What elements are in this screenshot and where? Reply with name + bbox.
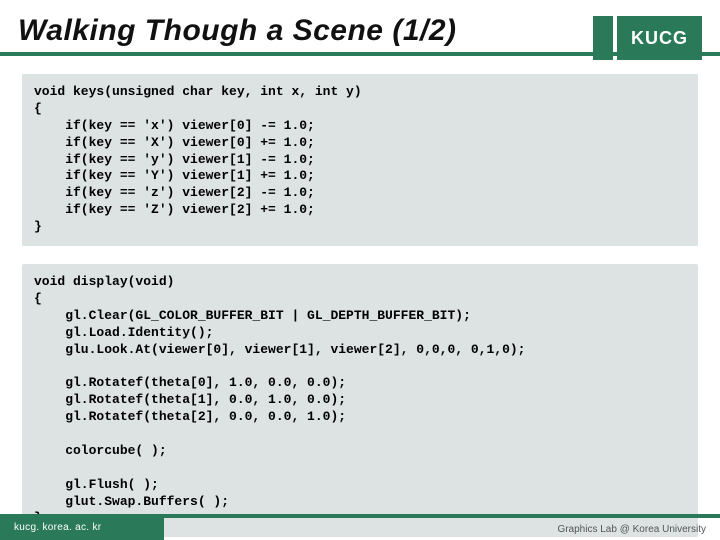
brand-swatch: [593, 16, 613, 60]
code-block-display: void display(void) { gl.Clear(GL_COLOR_B…: [22, 264, 698, 537]
footer: kucg. korea. ac. kr Graphics Lab @ Korea…: [0, 514, 720, 540]
title-bar: Walking Though a Scene (1/2) KUCG: [0, 0, 720, 56]
brand-label: KUCG: [617, 16, 702, 60]
slide: Walking Though a Scene (1/2) KUCG void k…: [0, 0, 720, 540]
code-block-keys: void keys(unsigned char key, int x, int …: [22, 74, 698, 246]
footer-url: kucg. korea. ac. kr: [0, 514, 164, 540]
brand-badge: KUCG: [593, 16, 702, 60]
footer-credit: Graphics Lab @ Korea University: [164, 514, 720, 540]
